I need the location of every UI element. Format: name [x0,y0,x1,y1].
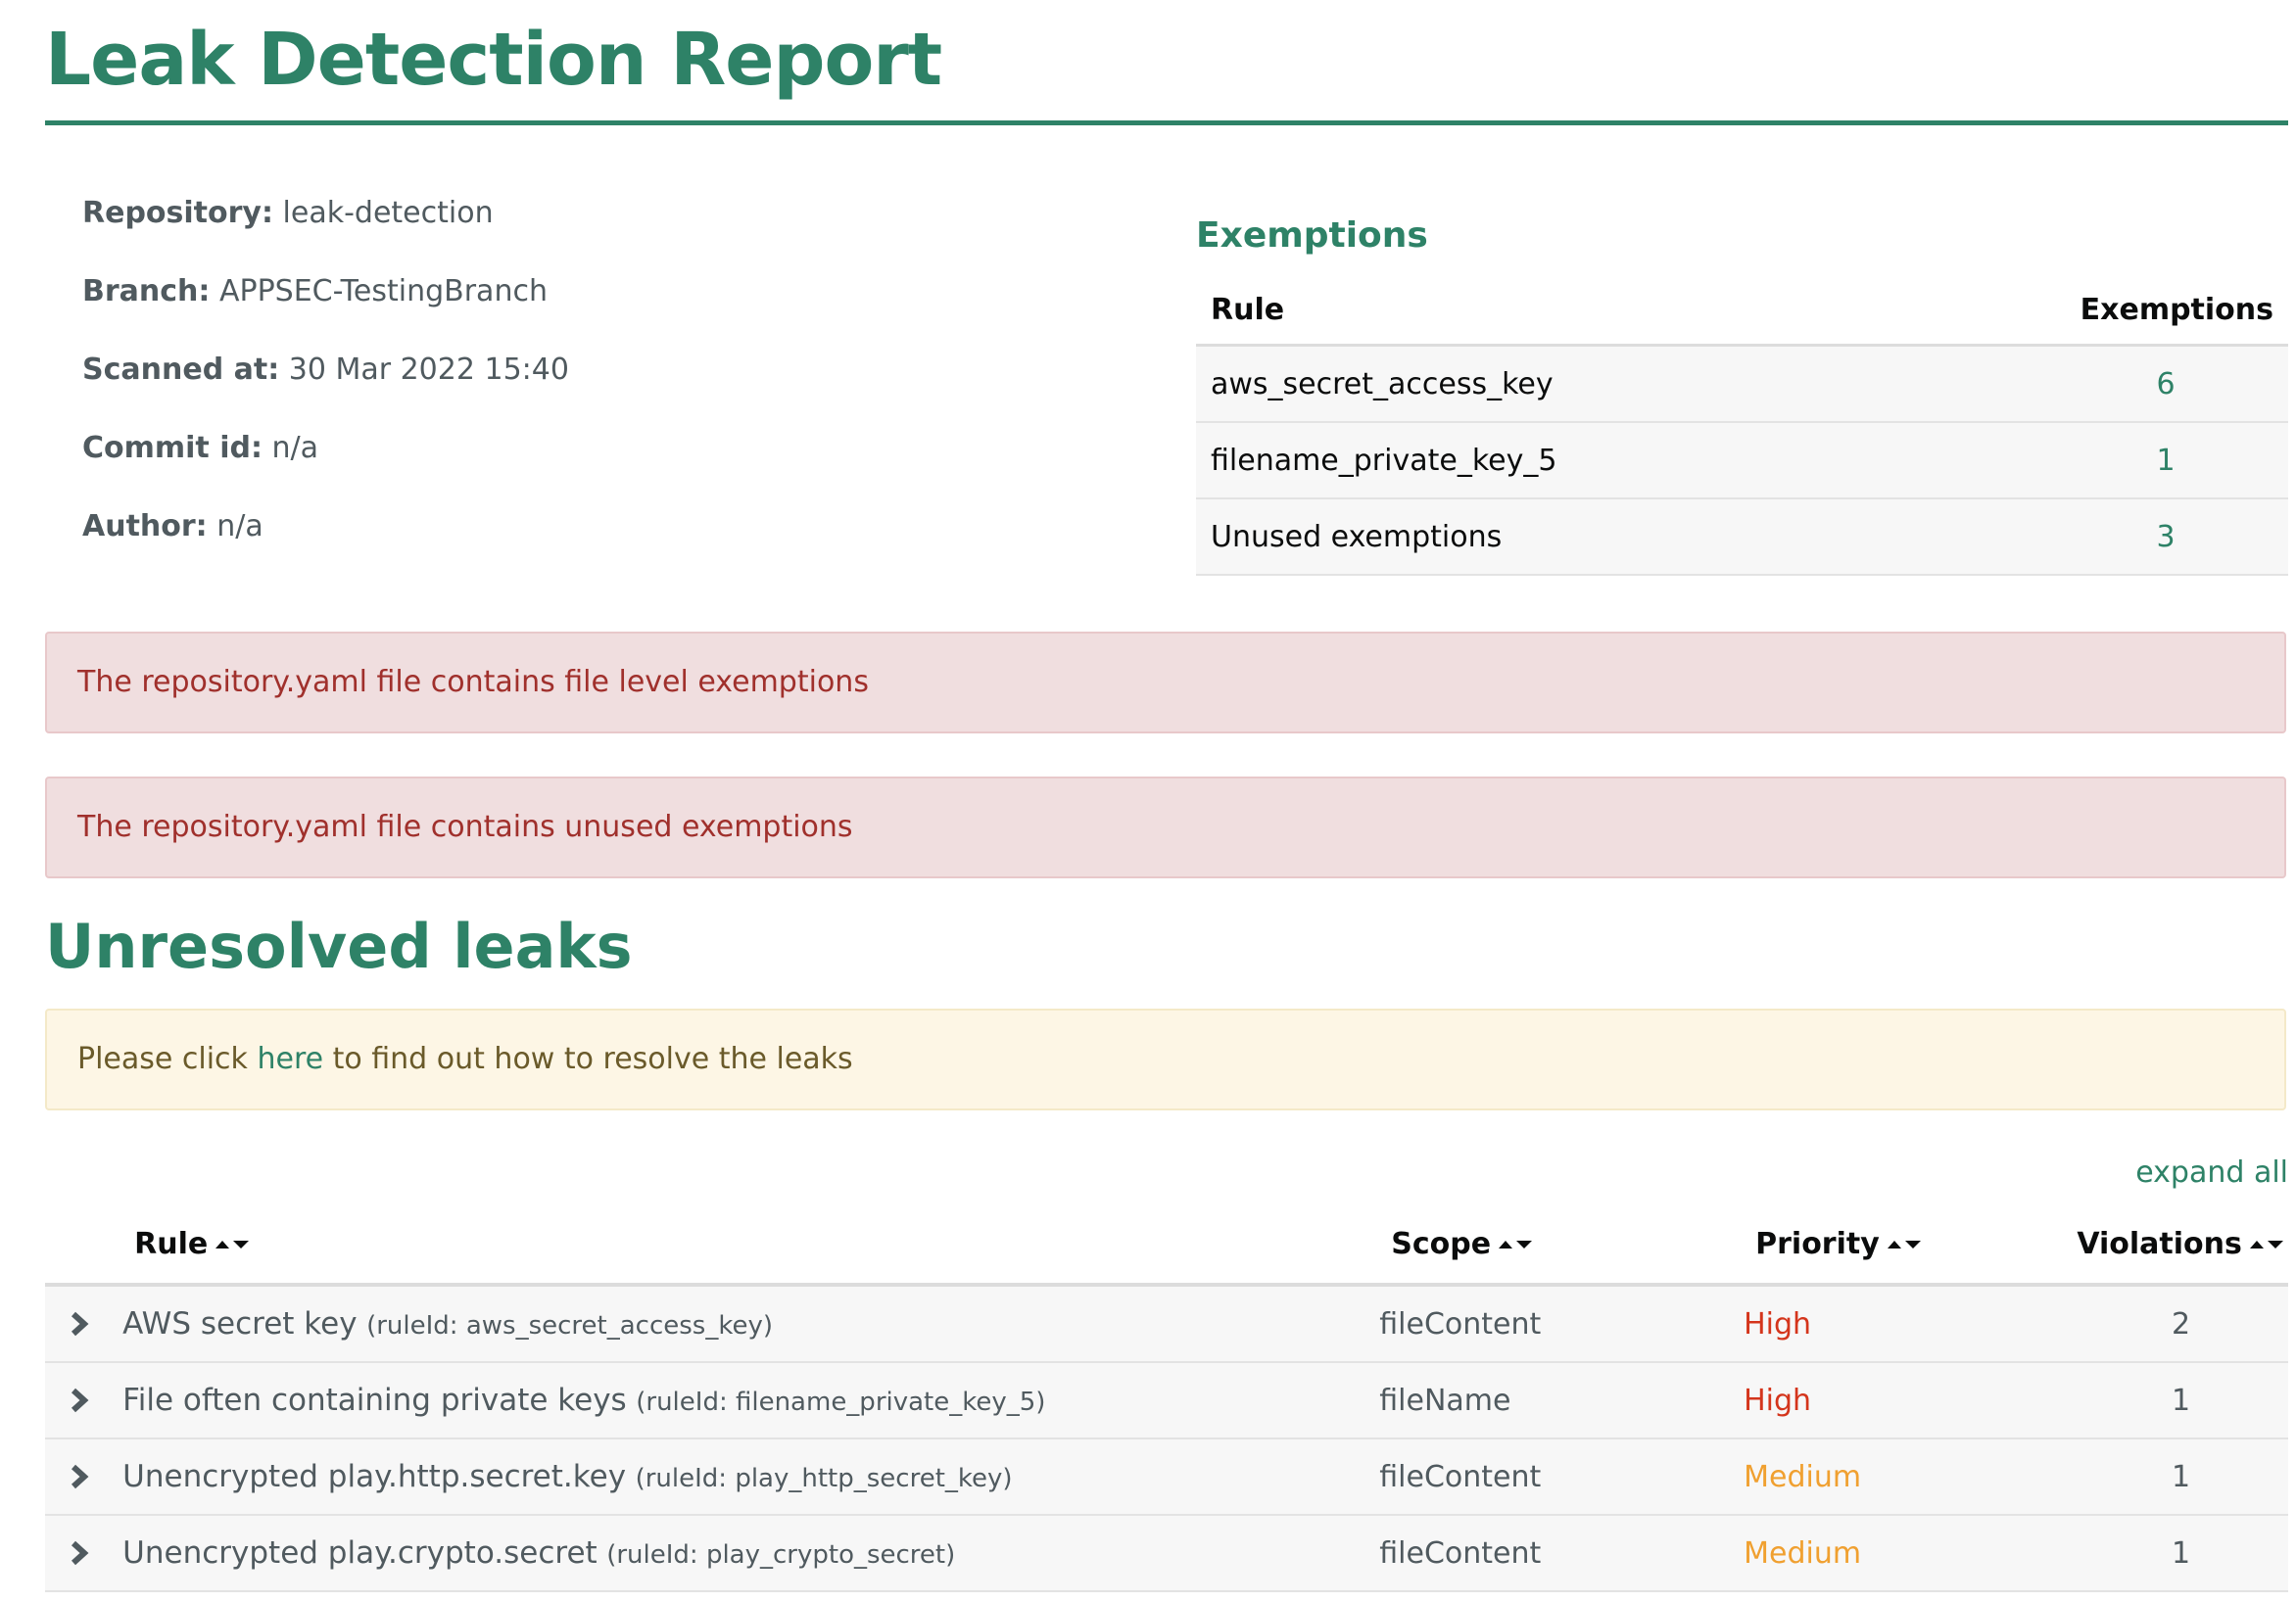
page-title: Leak Detection Report [45,18,942,102]
meta-branch: Branch: APPSEC-TestingBranch [82,274,1062,353]
leak-row[interactable]: AWS secret key (ruleId: aws_secret_acces… [45,1285,2288,1363]
unresolved-leaks-heading: Unresolved leaks [45,911,633,982]
leak-scope: fileContent [1379,1285,1745,1363]
meta-author: Author: n/a [82,509,1062,588]
leak-rule-name: AWS secret key [122,1306,358,1342]
chevron-right-icon [71,1388,89,1413]
meta-value: 30 Mar 2022 15:40 [288,353,569,387]
leak-rule-name: Unencrypted play.http.secret.key [122,1459,627,1494]
exemption-count: 1 [2043,422,2288,499]
leak-violations: 2 [2074,1285,2288,1363]
meta-label: Repository: [82,196,273,230]
exemption-rule: aws_secret_access_key [1196,345,2043,423]
leaks-col-toggle [45,1204,123,1287]
meta-value: leak-detection [282,196,494,230]
leak-toggle[interactable] [45,1285,123,1363]
exemption-count: 3 [2043,498,2288,576]
leak-row[interactable]: File often containing private keys (rule… [45,1362,2288,1439]
leak-rule: Unencrypted play.crypto.secret (ruleId: … [122,1515,1380,1592]
leak-violations: 1 [2074,1515,2288,1592]
sort-icon [2249,1241,2283,1249]
leak-scope: fileContent [1379,1438,1745,1516]
exemption-rule: Unused exemptions [1196,498,2043,576]
leak-rule-id: (ruleId: aws_secret_access_key) [366,1311,773,1341]
leak-rule: File often containing private keys (rule… [122,1362,1380,1439]
meta-commit-id: Commit id: n/a [82,431,1062,509]
leaks-col-priority[interactable]: Priority [1744,1204,2075,1287]
meta-label: Commit id: [82,431,263,465]
leak-priority: Medium [1744,1515,2075,1592]
leak-rule-name: Unencrypted play.crypto.secret [122,1535,598,1571]
leak-scope: fileName [1379,1362,1745,1439]
exemptions-table: Rule Exemptions aws_secret_access_key 6 … [1196,275,2288,576]
leak-violations: 1 [2074,1362,2288,1439]
exemptions-panel: Exemptions Rule Exemptions aws_secret_ac… [1196,215,2288,576]
leak-rule-id: (ruleId: play_http_secret_key) [635,1464,1013,1493]
exemptions-header-row: Rule Exemptions [1196,275,2288,347]
leaks-col-scope-label: Scope [1391,1226,1492,1261]
leak-rule-id: (ruleId: filename_private_key_5) [636,1388,1046,1417]
exemption-row: filename_private_key_5 1 [1196,422,2288,499]
leaks-header-row: Rule Scope Priority Violations [45,1204,2288,1287]
exemptions-heading: Exemptions [1196,215,1428,256]
info-text-prefix: Please click [77,1042,258,1076]
leaks-col-rule-label: Rule [134,1226,209,1261]
meta-repository: Repository: leak-detection [82,196,1062,274]
resolve-help-link[interactable]: here [257,1042,323,1076]
exemption-count: 6 [2043,345,2288,423]
leaks-col-violations[interactable]: Violations [2074,1204,2288,1287]
leaks-col-scope[interactable]: Scope [1379,1204,1745,1287]
chevron-right-icon [71,1311,89,1337]
leaks-col-violations-label: Violations [2077,1226,2242,1261]
resolve-info-banner: Please click here to find out how to res… [45,1009,2286,1110]
leak-priority: High [1744,1285,2075,1363]
meta-label: Author: [82,509,208,543]
leaks-col-priority-label: Priority [1755,1226,1880,1261]
meta-label: Scanned at: [82,353,280,387]
meta-scanned-at: Scanned at: 30 Mar 2022 15:40 [82,353,1062,431]
title-divider [45,120,2288,125]
expand-all-link[interactable]: expand all [2135,1155,2288,1190]
leak-toggle[interactable] [45,1515,123,1592]
info-text-suffix: to find out how to resolve the leaks [323,1042,853,1076]
sort-icon [215,1241,250,1249]
chevron-right-icon [71,1464,89,1489]
sort-icon [1499,1241,1533,1249]
meta-value: APPSEC-TestingBranch [218,274,548,308]
leak-scope: fileContent [1379,1515,1745,1592]
leak-row[interactable]: Unencrypted play.crypto.secret (ruleId: … [45,1515,2288,1592]
leak-rule: AWS secret key (ruleId: aws_secret_acces… [122,1285,1380,1363]
exemption-row: Unused exemptions 3 [1196,498,2288,576]
leaks-table: Rule Scope Priority Violations AWS secre… [45,1204,2288,1592]
leak-violations: 1 [2074,1438,2288,1516]
leak-row[interactable]: Unencrypted play.http.secret.key (ruleId… [45,1438,2288,1516]
leak-toggle[interactable] [45,1438,123,1516]
leaks-col-rule[interactable]: Rule [122,1204,1380,1287]
exemption-row: aws_secret_access_key 6 [1196,345,2288,423]
exemptions-col-count: Exemptions [2043,275,2288,347]
leak-rule-id: (ruleId: play_crypto_secret) [606,1540,956,1570]
leak-priority: Medium [1744,1438,2075,1516]
leak-priority: High [1744,1362,2075,1439]
exemptions-col-rule: Rule [1196,275,2043,347]
leak-rule: Unencrypted play.http.secret.key (ruleId… [122,1438,1380,1516]
meta-value: n/a [216,509,263,543]
exemption-rule: filename_private_key_5 [1196,422,2043,499]
alert-unused-exemptions: The repository.yaml file contains unused… [45,777,2286,878]
sort-icon [1887,1241,1921,1249]
scan-metadata: Repository: leak-detection Branch: APPSE… [82,196,1062,588]
meta-value: n/a [271,431,319,465]
alert-file-level-exemptions: The repository.yaml file contains file l… [45,632,2286,733]
meta-label: Branch: [82,274,211,308]
chevron-right-icon [71,1540,89,1566]
leak-rule-name: File often containing private keys [122,1383,627,1418]
leak-toggle[interactable] [45,1362,123,1439]
